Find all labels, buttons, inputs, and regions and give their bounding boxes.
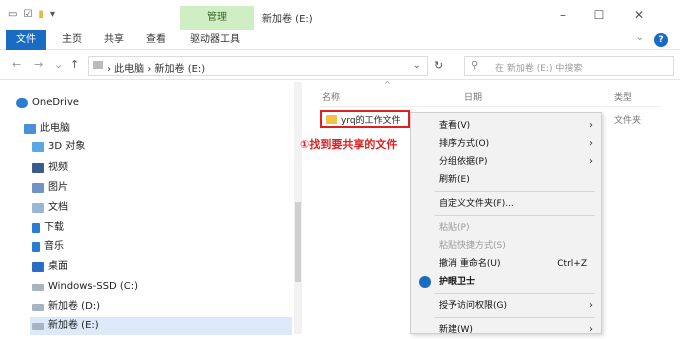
drive-icon (32, 322, 44, 330)
sidebar-item-3d-objects[interactable]: 3D 对象 (32, 138, 85, 156)
shortcut-label: Ctrl+Z (557, 259, 587, 269)
search-placeholder: 在 新加卷 (E:) 中搜索 (495, 64, 583, 74)
menu-separator (435, 293, 595, 294)
back-button[interactable]: ← (12, 58, 21, 71)
tab-view[interactable]: 查看 (146, 30, 166, 50)
sidebar-item-videos[interactable]: 视频 (32, 159, 68, 177)
sidebar-item-windows-ssd[interactable]: Windows-SSD (C:) (32, 278, 138, 296)
chevron-right-icon: › (589, 138, 593, 149)
3d-objects-icon (32, 142, 44, 152)
desktop-icon (32, 262, 44, 272)
sidebar-item-drive-e[interactable]: 新加卷 (E:) (30, 317, 292, 335)
sidebar-item-drive-d[interactable]: 新加卷 (D:) (32, 298, 100, 316)
expand-ribbon-icon[interactable]: ⌄ (636, 32, 644, 43)
column-header-type[interactable]: 类型 (614, 90, 632, 103)
file-name-highlight[interactable]: yrq的工作文件 (320, 110, 410, 128)
sidebar-item-desktop[interactable]: 桌面 (32, 258, 68, 276)
menu-item-give-access[interactable]: 授予访问权限(G) › (411, 297, 601, 315)
refresh-button[interactable]: ↻ (434, 59, 443, 72)
app-icon: ▭ (8, 9, 18, 20)
chevron-down-icon[interactable]: ⌄ (413, 60, 421, 71)
menu-item-customize-folder[interactable]: 自定义文件夹(F)... (411, 195, 601, 213)
tab-share[interactable]: 共享 (104, 30, 124, 50)
menu-item-eye-guard[interactable]: 护眼卫士 (411, 273, 601, 291)
sidebar-item-documents[interactable]: 文档 (32, 199, 68, 217)
sidebar-item-this-pc[interactable]: 此电脑 (24, 120, 70, 138)
recent-locations-button[interactable]: ⌄ (54, 58, 63, 71)
chevron-down-icon[interactable]: ▾ (50, 9, 55, 20)
chevron-right-icon: › (589, 324, 593, 335)
menu-item-sort-by[interactable]: 排序方式(O) › (411, 135, 601, 153)
menu-item-new[interactable]: 新建(W) › (411, 321, 601, 339)
chevron-right-icon: › (589, 300, 593, 311)
download-icon (32, 223, 40, 233)
up-button[interactable]: ↑ (70, 58, 79, 71)
properties-icon[interactable]: ☑ (23, 9, 32, 20)
pictures-icon (32, 183, 44, 193)
sidebar-item-music[interactable]: 音乐 (32, 238, 64, 256)
sidebar-item-downloads[interactable]: 下载 (32, 219, 64, 237)
menu-item-view[interactable]: 查看(V) › (411, 117, 601, 135)
documents-icon (32, 203, 44, 213)
address-field[interactable]: › 此电脑 › 新加卷 (E:) ⌄ (88, 56, 428, 76)
scrollbar-thumb[interactable] (295, 202, 301, 282)
navigation-pane: OneDrive 此电脑 3D 对象 视频 图片 文档 下载 音乐 桌面 Win… (0, 82, 300, 335)
context-menu: 查看(V) › 排序方式(O) › 分组依据(P) › 刷新(E) 自定义文件夹… (410, 112, 602, 335)
tab-home[interactable]: 主页 (62, 30, 82, 50)
folder-icon (326, 114, 337, 124)
column-header-name[interactable]: 名称 (322, 90, 340, 103)
video-icon (32, 163, 44, 173)
chevron-right-icon: › (589, 120, 593, 131)
tab-file[interactable]: 文件 (6, 30, 46, 50)
drive-icon (32, 283, 44, 291)
menu-item-undo-rename[interactable]: 撤消 重命名(U) Ctrl+Z (411, 255, 601, 273)
drive-icon (32, 303, 44, 311)
new-folder-icon[interactable]: ▮ (38, 9, 44, 20)
music-icon (32, 242, 40, 252)
menu-separator (435, 215, 595, 216)
title-bar: ▭ ☑ ▮ ▾ 管理 新加卷 (E:) – ☐ ✕ (0, 0, 680, 30)
annotation-text: ①找到要共享的文件 (300, 138, 398, 151)
tab-manage[interactable]: 管理 (180, 6, 254, 30)
file-type: 文件夹 (614, 116, 642, 126)
drive-icon (93, 61, 103, 69)
sort-ascending-icon: ^ (384, 80, 391, 89)
header-divider (320, 106, 660, 107)
forward-button[interactable]: → (34, 58, 43, 71)
search-icon: ⚲ (471, 60, 479, 71)
column-header-date[interactable]: 日期 (464, 90, 482, 103)
menu-item-paste: 粘贴(P) (439, 223, 470, 233)
maximize-button[interactable]: ☐ (584, 6, 614, 24)
breadcrumb[interactable]: › 此电脑 › 新加卷 (E:) (107, 60, 205, 75)
menu-item-group-by[interactable]: 分组依据(P) › (411, 153, 601, 171)
cloud-icon (16, 98, 28, 108)
search-input[interactable]: ⚲ 在 新加卷 (E:) 中搜索 (464, 56, 674, 76)
ribbon-tabs: 文件 主页 共享 查看 驱动器工具 ⌄ ? (0, 30, 680, 50)
sidebar-item-pictures[interactable]: 图片 (32, 179, 68, 197)
menu-separator (435, 191, 595, 192)
close-button[interactable]: ✕ (624, 6, 654, 24)
tab-drive-tools[interactable]: 驱动器工具 (190, 30, 240, 50)
quick-access-toolbar: ▭ ☑ ▮ ▾ (8, 9, 55, 20)
sidebar-item-onedrive[interactable]: OneDrive (16, 94, 79, 112)
navigation-bar: ← → ⌄ ↑ › 此电脑 › 新加卷 (E:) ⌄ ↻ ⚲ 在 新加卷 (E:… (0, 52, 680, 80)
shield-icon (419, 276, 431, 288)
menu-item-refresh[interactable]: 刷新(E) (411, 171, 601, 189)
computer-icon (24, 124, 36, 134)
chevron-right-icon: › (589, 156, 593, 167)
menu-item-paste-shortcut: 粘贴快捷方式(S) (439, 241, 506, 251)
window-title: 新加卷 (E:) (262, 14, 313, 25)
minimize-button[interactable]: – (548, 6, 578, 24)
sidebar-scrollbar[interactable] (294, 82, 302, 334)
file-name: yrq的工作文件 (341, 115, 401, 126)
help-icon[interactable]: ? (654, 33, 668, 47)
menu-separator (435, 317, 595, 318)
